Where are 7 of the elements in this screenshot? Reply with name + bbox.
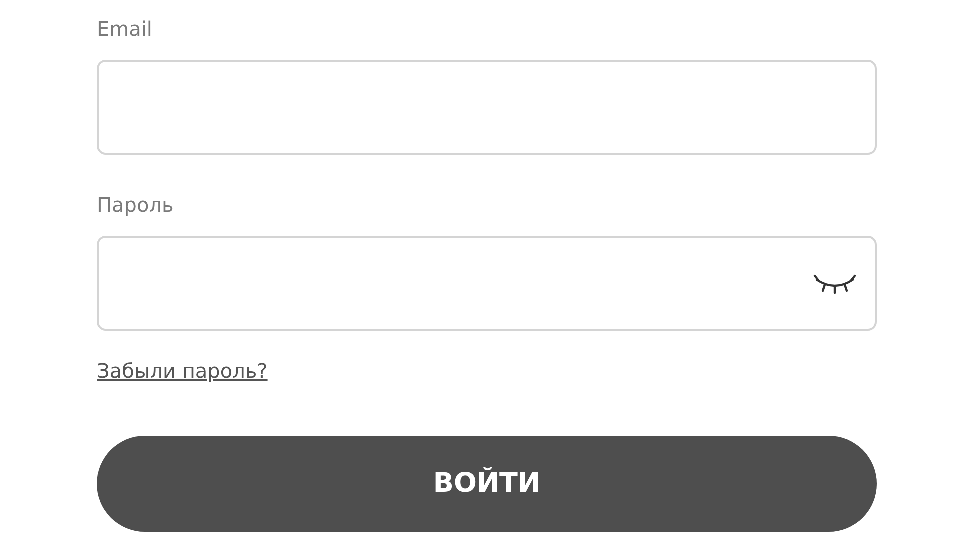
field-label: Пароль	[97, 192, 175, 219]
password-field[interactable]	[97, 236, 877, 331]
closed-eye-icon[interactable]	[813, 272, 857, 296]
email-field[interactable]	[97, 60, 877, 155]
forgot-password-link[interactable]: Забыли пароль?	[97, 359, 268, 383]
field-label: Email	[97, 16, 154, 43]
login-button[interactable]: ВОЙТИ	[97, 436, 877, 532]
